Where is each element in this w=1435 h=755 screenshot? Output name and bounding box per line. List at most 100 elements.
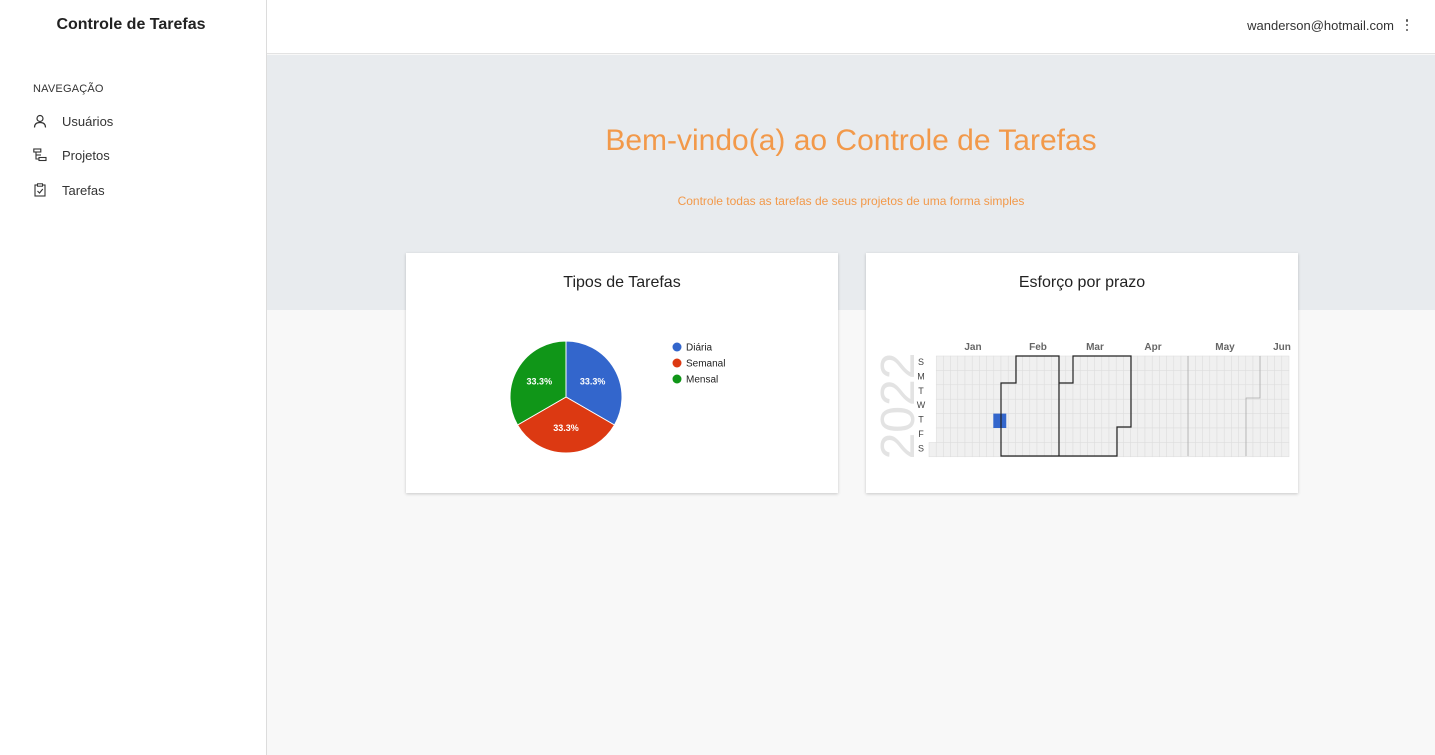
day-cell[interactable] [1259, 384, 1268, 400]
day-cell[interactable] [1051, 355, 1059, 371]
day-cell[interactable] [1101, 413, 1110, 429]
day-cell[interactable] [1094, 398, 1103, 414]
day-cell[interactable] [1252, 427, 1261, 443]
day-cell[interactable] [1281, 442, 1290, 458]
day-cell[interactable] [1209, 370, 1218, 386]
day-cell[interactable] [1022, 413, 1031, 429]
day-cell[interactable] [1245, 398, 1254, 414]
day-cell[interactable] [1087, 370, 1095, 386]
day-cell[interactable] [1015, 413, 1023, 429]
day-cell[interactable] [1108, 413, 1117, 429]
day-cell[interactable] [964, 355, 973, 371]
day-cell[interactable] [1267, 370, 1275, 386]
day-cell[interactable] [1245, 384, 1254, 400]
day-cell[interactable] [1137, 355, 1146, 371]
day-cell[interactable] [1216, 442, 1225, 458]
day-cell[interactable] [1238, 370, 1247, 386]
day-cell[interactable] [1231, 370, 1239, 386]
day-cell[interactable] [1000, 355, 1009, 371]
day-cell[interactable] [1245, 427, 1254, 443]
day-cell[interactable] [1144, 413, 1153, 429]
day-cell[interactable] [1180, 384, 1189, 400]
day-cell[interactable] [1123, 413, 1131, 429]
day-cell[interactable] [1259, 442, 1268, 458]
day-cell[interactable] [1159, 427, 1167, 443]
day-cell[interactable] [1187, 370, 1196, 386]
day-cell[interactable] [1195, 370, 1203, 386]
day-cell[interactable] [1209, 413, 1218, 429]
day-cell[interactable] [1007, 355, 1016, 371]
day-cell[interactable] [1144, 384, 1153, 400]
day-cell[interactable] [1231, 355, 1239, 371]
day-cell[interactable] [1209, 355, 1218, 371]
day-cell[interactable] [1000, 442, 1009, 458]
day-cell[interactable] [993, 370, 1002, 386]
day-cell[interactable] [1094, 442, 1103, 458]
day-cell[interactable] [1187, 427, 1196, 443]
day-cell[interactable] [1166, 384, 1175, 400]
day-cell[interactable] [979, 427, 987, 443]
day-cell[interactable] [1094, 355, 1103, 371]
day-cell[interactable] [1137, 427, 1146, 443]
day-cell[interactable] [1173, 427, 1182, 443]
day-cell[interactable] [1087, 427, 1095, 443]
day-cell[interactable] [1043, 355, 1052, 371]
day-cell[interactable] [1238, 427, 1247, 443]
day-cell[interactable] [1065, 442, 1074, 458]
day-cell[interactable] [1195, 398, 1203, 414]
day-cell[interactable] [1079, 398, 1088, 414]
day-cell[interactable] [1216, 427, 1225, 443]
user-email[interactable]: wanderson@hotmail.com [1247, 18, 1394, 33]
day-cell[interactable] [1187, 384, 1196, 400]
day-cell[interactable] [1238, 398, 1247, 414]
day-cell[interactable] [1144, 370, 1153, 386]
day-cell[interactable] [964, 427, 973, 443]
day-cell[interactable] [964, 398, 973, 414]
day-cell[interactable] [1007, 427, 1016, 443]
day-cell[interactable] [943, 398, 951, 414]
day-cell-active[interactable] [993, 413, 1007, 428]
day-cell[interactable] [1166, 442, 1175, 458]
day-cell[interactable] [935, 413, 944, 429]
day-cell[interactable] [957, 355, 966, 371]
day-cell[interactable] [1058, 384, 1067, 400]
day-cell[interactable] [1130, 398, 1139, 414]
day-cell[interactable] [1015, 398, 1023, 414]
day-cell[interactable] [1223, 442, 1232, 458]
day-cell[interactable] [1173, 398, 1182, 414]
day-cell[interactable] [1209, 442, 1218, 458]
day-cell[interactable] [950, 384, 959, 400]
day-cell[interactable] [1274, 442, 1283, 458]
day-cell[interactable] [1022, 442, 1031, 458]
day-cell[interactable] [1245, 413, 1254, 429]
day-cell[interactable] [1267, 355, 1275, 371]
day-cell[interactable] [1281, 413, 1290, 429]
day-cell[interactable] [1166, 355, 1175, 371]
day-cell[interactable] [1223, 355, 1232, 371]
day-cell[interactable] [1202, 355, 1211, 371]
day-cell[interactable] [957, 427, 966, 443]
day-cell[interactable] [1180, 398, 1189, 414]
day-cell[interactable] [1079, 427, 1088, 443]
day-cell[interactable] [935, 370, 944, 386]
day-cell[interactable] [1137, 398, 1146, 414]
day-cell[interactable] [957, 384, 966, 400]
day-cell[interactable] [1065, 398, 1074, 414]
day-cell[interactable] [1274, 427, 1283, 443]
day-cell[interactable] [1108, 442, 1117, 458]
day-cell[interactable] [1043, 442, 1052, 458]
day-cell[interactable] [1202, 442, 1211, 458]
day-cell[interactable] [1007, 413, 1016, 429]
day-cell[interactable] [1151, 398, 1160, 414]
day-cell[interactable] [1015, 442, 1023, 458]
sidebar-item-tarefas[interactable]: Tarefas [33, 180, 105, 200]
day-cell[interactable] [964, 370, 973, 386]
day-cell[interactable] [1231, 427, 1239, 443]
day-cell[interactable] [1195, 355, 1203, 371]
day-cell[interactable] [1159, 384, 1167, 400]
day-cell[interactable] [1036, 413, 1045, 429]
day-cell[interactable] [1216, 355, 1225, 371]
kebab-menu-icon[interactable] [1401, 17, 1413, 33]
day-cell[interactable] [950, 442, 959, 458]
day-cell[interactable] [1123, 355, 1131, 371]
